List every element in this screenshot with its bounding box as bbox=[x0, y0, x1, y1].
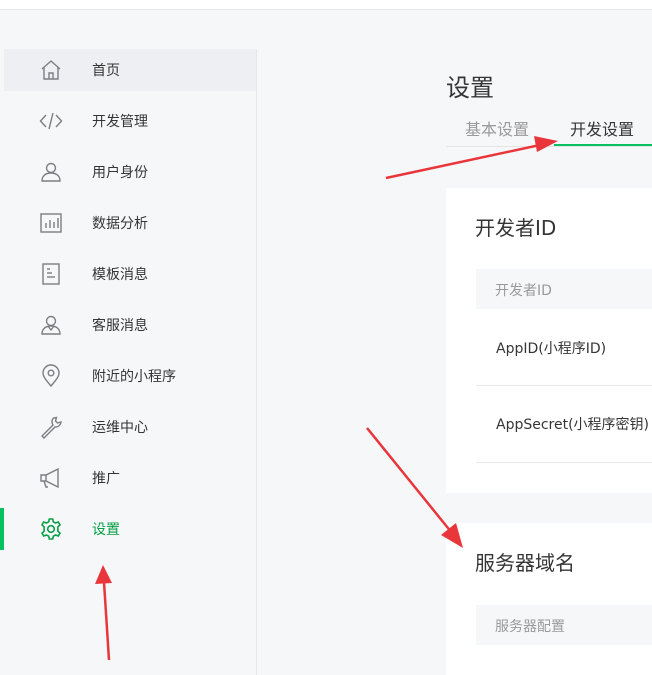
sidebar-item-settings[interactable]: 设置 bbox=[4, 508, 256, 550]
sidebar-item-promotion[interactable]: 推广 bbox=[4, 457, 256, 499]
home-icon bbox=[38, 57, 64, 83]
location-pin-icon bbox=[38, 363, 64, 389]
table-row: AppSecret(小程序密钥) bbox=[476, 386, 652, 463]
gear-icon bbox=[38, 516, 64, 542]
active-indicator bbox=[0, 508, 4, 550]
table-header-label: 开发者ID bbox=[495, 283, 552, 299]
user-icon bbox=[38, 159, 64, 185]
sidebar-item-label: 开发管理 bbox=[92, 114, 148, 130]
sidebar-item-data-analysis[interactable]: 数据分析 bbox=[4, 202, 256, 244]
sidebar-item-dev-management[interactable]: 开发管理 bbox=[4, 100, 256, 142]
sidebar-item-label: 客服消息 bbox=[92, 318, 148, 334]
customer-service-icon bbox=[38, 312, 64, 338]
appsecret-label: AppSecret(小程序密钥) bbox=[496, 417, 650, 433]
sidebar-item-label: 数据分析 bbox=[92, 216, 148, 232]
wrench-icon bbox=[38, 414, 64, 440]
sidebar-item-label: 设置 bbox=[92, 522, 120, 538]
sidebar-item-label: 推广 bbox=[92, 471, 120, 487]
tab-dev-settings[interactable]: 开发设置 bbox=[570, 116, 634, 140]
sidebar-item-label: 运维中心 bbox=[92, 420, 148, 436]
document-icon bbox=[38, 261, 64, 287]
table-header: 服务器配置 bbox=[476, 605, 652, 645]
sidebar-item-label: 附近的小程序 bbox=[92, 369, 176, 385]
top-bar bbox=[0, 0, 652, 10]
table-header-label: 服务器配置 bbox=[495, 619, 565, 635]
megaphone-icon bbox=[38, 465, 64, 491]
bar-chart-icon bbox=[38, 210, 64, 236]
sidebar-item-nearby-miniprogram[interactable]: 附近的小程序 bbox=[4, 355, 256, 397]
table-row: AppID(小程序ID) bbox=[476, 309, 652, 386]
sidebar-item-user-identity[interactable]: 用户身份 bbox=[4, 151, 256, 193]
card-title: 服务器域名 bbox=[475, 551, 575, 575]
page-title: 设置 bbox=[446, 74, 494, 103]
sidebar-item-label: 首页 bbox=[92, 63, 120, 79]
sidebar-item-customer-service[interactable]: 客服消息 bbox=[4, 304, 256, 346]
settings-tabs: 基本设置 开发设置 bbox=[446, 108, 652, 147]
card-title: 开发者ID bbox=[475, 216, 557, 240]
sidebar-item-label: 用户身份 bbox=[92, 165, 148, 181]
sidebar-item-home[interactable]: 首页 bbox=[4, 49, 256, 91]
sidebar-item-label: 模板消息 bbox=[92, 267, 148, 283]
table-header: 开发者ID bbox=[476, 269, 652, 309]
server-domain-card: 服务器域名 服务器配置 bbox=[446, 523, 652, 675]
active-tab-underline bbox=[554, 144, 652, 146]
sidebar-item-ops-center[interactable]: 运维中心 bbox=[4, 406, 256, 448]
developer-id-card: 开发者ID 开发者ID AppID(小程序ID) AppSecret(小程序密钥… bbox=[446, 188, 652, 493]
tab-basic-settings[interactable]: 基本设置 bbox=[465, 116, 529, 140]
code-icon bbox=[38, 108, 64, 134]
sidebar-item-template-message[interactable]: 模板消息 bbox=[4, 253, 256, 295]
appid-label: AppID(小程序ID) bbox=[496, 341, 607, 357]
sidebar: 首页 开发管理 用户身份 数据分析 模板消息 客服消息 附近的小程序 运维中心 … bbox=[0, 49, 257, 675]
